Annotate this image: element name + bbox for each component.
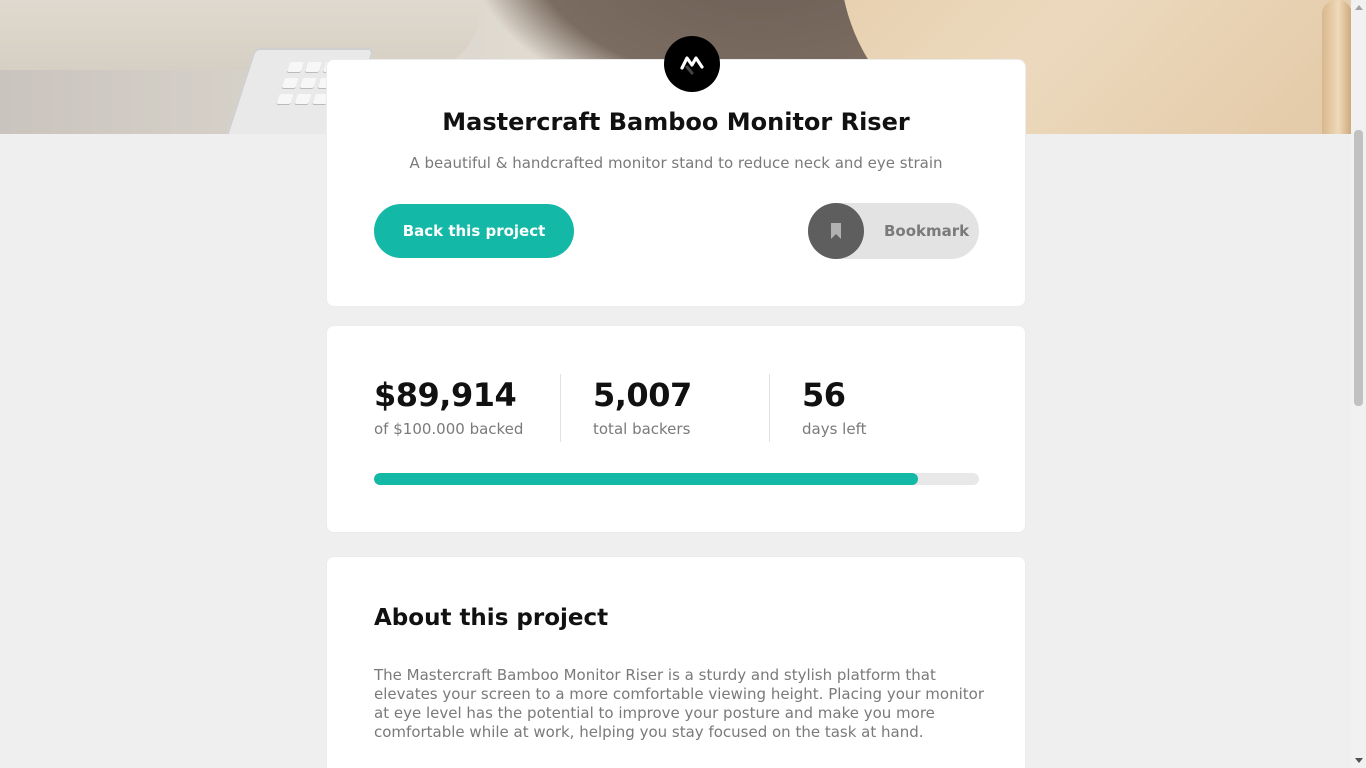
mastercraft-logo-icon [664, 36, 720, 92]
backed-label: of $100.000 backed [374, 420, 524, 438]
backers-count: 5,007 [593, 376, 692, 414]
backed-amount: $89,914 [374, 376, 517, 414]
about-paragraph: The Mastercraft Bamboo Monitor Riser is … [374, 666, 984, 741]
backers-label: total backers [593, 420, 691, 438]
about-title: About this project [374, 605, 609, 631]
funding-progress-bar [374, 473, 979, 485]
page-scrollbar[interactable] [1351, 0, 1366, 768]
bookmark-label: Bookmark [884, 222, 970, 240]
stat-days-left: 56 days left [802, 376, 866, 438]
stat-backers: 5,007 total backers [593, 376, 692, 438]
days-label: days left [802, 420, 867, 438]
bookmark-button[interactable]: Bookmark [808, 203, 979, 259]
stat-divider [560, 374, 561, 442]
project-title: Mastercraft Bamboo Monitor Riser [442, 108, 910, 136]
scroll-down-arrow-icon[interactable] [1355, 758, 1363, 763]
project-subtitle: A beautiful & handcrafted monitor stand … [409, 154, 943, 172]
days-count: 56 [802, 376, 846, 414]
funding-progress-fill [374, 473, 918, 485]
stats-card: $89,914 of $100.000 backed 5,007 total b… [326, 325, 1026, 533]
hero-riser-leg [1322, 0, 1351, 134]
project-header-card: Mastercraft Bamboo Monitor Riser A beaut… [326, 36, 1026, 307]
about-card: About this project The Mastercraft Bambo… [326, 556, 1026, 768]
scrollbar-thumb[interactable] [1354, 130, 1363, 406]
stat-backed: $89,914 of $100.000 backed [374, 376, 523, 438]
scroll-up-arrow-icon[interactable] [1355, 5, 1363, 10]
stat-divider [769, 374, 770, 442]
bookmark-icon [808, 203, 864, 259]
back-project-button[interactable]: Back this project [374, 204, 574, 258]
